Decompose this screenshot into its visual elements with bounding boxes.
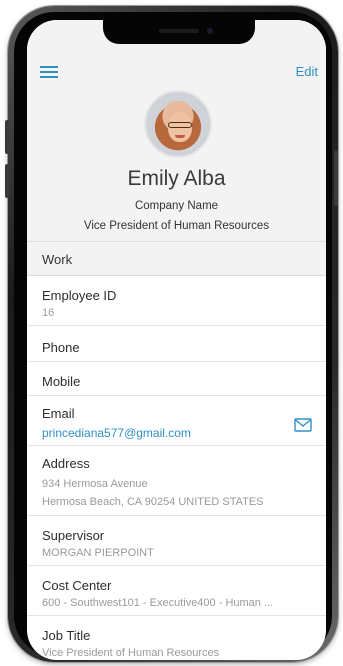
field-phone[interactable]: Phone <box>27 326 326 362</box>
address-line-1: 934 Hermosa Avenue <box>42 478 148 490</box>
field-value: 16 <box>42 307 55 319</box>
phone-notch <box>103 20 255 44</box>
person-name: Emily Alba <box>127 167 226 190</box>
field-mobile[interactable]: Mobile <box>27 362 326 396</box>
field-label: Supervisor <box>42 528 105 543</box>
field-job-title: Job Title Vice President of Human Resour… <box>27 616 326 660</box>
field-label: Job Title <box>42 628 91 643</box>
speaker-grille <box>159 29 199 33</box>
profile-header: Edit Emily Alba Company Name Vice Presid… <box>27 20 326 242</box>
job-title-subtitle: Vice President of Human Resources <box>83 220 270 232</box>
field-label: Address <box>42 456 90 471</box>
field-address: Address 934 Hermosa Avenue Hermosa Beach… <box>27 446 326 516</box>
email-link[interactable]: princediana577@gmail.com <box>42 426 191 440</box>
section-title: Work <box>42 252 73 267</box>
field-employee-id: Employee ID 16 <box>27 276 326 326</box>
mail-icon[interactable] <box>294 418 312 432</box>
front-camera <box>207 28 213 34</box>
volume-button <box>5 164 9 198</box>
section-header-work: Work <box>27 242 326 276</box>
field-label: Email <box>42 406 75 421</box>
field-value: MORGAN PIERPOINT <box>42 547 154 559</box>
field-label: Employee ID <box>42 288 117 303</box>
avatar-glasses <box>168 122 192 128</box>
field-label: Mobile <box>42 374 81 389</box>
volume-button <box>5 120 9 154</box>
avatar-mouth <box>175 135 185 138</box>
power-button <box>334 150 338 206</box>
field-supervisor: Supervisor MORGAN PIERPOINT <box>27 516 326 566</box>
field-label: Phone <box>42 340 80 355</box>
field-cost-center: Cost Center 600 - Southwest101 - Executi… <box>27 566 326 616</box>
avatar <box>144 90 212 158</box>
edit-button[interactable]: Edit <box>296 64 318 79</box>
field-value: 600 - Southwest101 - Executive400 - Huma… <box>42 597 274 609</box>
address-line-2: Hermosa Beach, CA 90254 UNITED STATES <box>42 496 264 508</box>
company-name: Company Name <box>134 200 219 212</box>
field-email: Email princediana577@gmail.com <box>27 396 326 446</box>
app-screen: Edit Emily Alba Company Name Vice Presid… <box>27 20 326 660</box>
hamburger-menu-icon[interactable] <box>40 66 58 78</box>
field-value: Vice President of Human Resources <box>42 647 220 659</box>
field-label: Cost Center <box>42 578 112 593</box>
